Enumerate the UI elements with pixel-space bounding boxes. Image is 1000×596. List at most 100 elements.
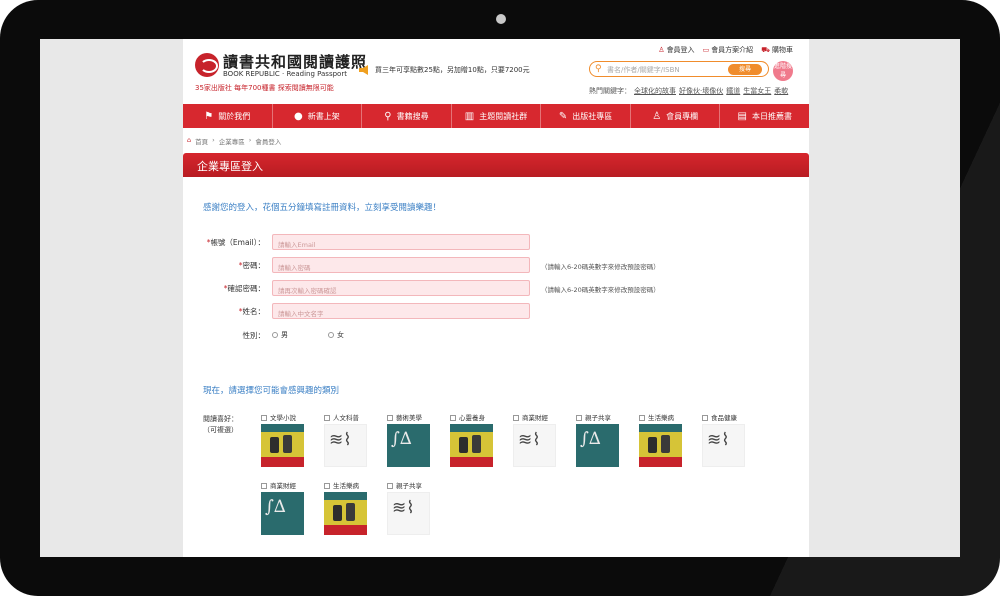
- category-label: 親子共享: [396, 482, 422, 490]
- nav-book-search[interactable]: ⚲ 書籍搜尋: [362, 104, 452, 128]
- category-thumbnail[interactable]: ≋⌇: [387, 492, 430, 535]
- category-label: 商業財經: [522, 414, 548, 422]
- logo-icon[interactable]: [195, 53, 219, 77]
- screen: 讀書共和國閱讀護照 BOOK REPUBLIC · Reading Passpo…: [40, 39, 960, 557]
- category-thumbnail[interactable]: ∫∆: [261, 492, 304, 535]
- hot-keyword[interactable]: 柔軟: [774, 86, 788, 96]
- category-thumbnail[interactable]: ∫∆: [576, 424, 619, 467]
- promo-text[interactable]: 買三年可享點數25點，另加贈10點，只要7200元: [375, 65, 530, 75]
- user-icon: ♙: [652, 110, 662, 122]
- category-thumbnail[interactable]: [261, 424, 304, 467]
- name-field[interactable]: 請輸入中文名字: [272, 303, 530, 319]
- category-checkbox[interactable]: [324, 483, 330, 489]
- nav-daily-recommend[interactable]: ▤ 本日推薦書: [720, 104, 809, 128]
- panel-title: 企業專區登入: [183, 153, 809, 177]
- category-label: 商業財經: [270, 482, 296, 490]
- breadcrumb-enterprise[interactable]: 企業專區: [219, 136, 245, 146]
- category-thumbnail[interactable]: ≋⌇: [513, 424, 556, 467]
- pencil-icon: ✎: [558, 110, 568, 122]
- category-checkbox[interactable]: [261, 415, 267, 421]
- category-item[interactable]: 藝術美學 ∫∆: [387, 412, 432, 467]
- category-item[interactable]: 文學小說: [261, 412, 306, 467]
- category-item[interactable]: 人文科普 ≋⌇: [324, 412, 369, 467]
- category-thumbnail[interactable]: [450, 424, 493, 467]
- category-checkbox[interactable]: [450, 415, 456, 421]
- category-thumbnail[interactable]: [324, 492, 367, 535]
- account-row: *帳號（Email）： 請輸入Email: [183, 234, 809, 250]
- alert-icon: ●: [294, 110, 303, 122]
- chat-icon: ▭: [702, 46, 710, 54]
- camera-dot: [496, 14, 506, 24]
- gender-female-radio[interactable]: 女: [328, 330, 344, 340]
- hot-keyword[interactable]: 好像伙·壞像伙: [679, 86, 723, 96]
- hot-keyword[interactable]: 全球化的故事: [634, 86, 676, 96]
- nav-about[interactable]: ⚑ 關於我們: [183, 104, 273, 128]
- ticket-icon: ▤: [737, 110, 747, 122]
- flag-icon: ⚑: [204, 110, 214, 122]
- megaphone-icon: [359, 65, 368, 75]
- name-label: *姓名：: [238, 307, 265, 316]
- gender-options: 男 女: [272, 330, 344, 340]
- category-thumbnail[interactable]: ≋⌇: [324, 424, 367, 467]
- category-item[interactable]: 商業財經 ≋⌇: [513, 412, 558, 467]
- category-thumbnail[interactable]: ≋⌇: [702, 424, 745, 467]
- member-plans-link[interactable]: ▭ 會員方案介紹: [703, 45, 754, 55]
- email-field[interactable]: 請輸入Email: [272, 234, 530, 250]
- category-checkbox[interactable]: [387, 483, 393, 489]
- account-label: *帳號（Email）：: [206, 238, 265, 247]
- nav-reading-community[interactable]: ▥ 主題閱讀社群: [452, 104, 542, 128]
- member-login-link[interactable]: ♙ 會員登入: [658, 45, 694, 55]
- cart-link[interactable]: ⛟ 購物車: [761, 45, 793, 55]
- gender-male-radio[interactable]: 男: [272, 330, 288, 340]
- category-item[interactable]: 食品健康 ≋⌇: [702, 412, 747, 467]
- password-hint: （請輸入6-20碼英數字來修改預設密碼）: [541, 263, 660, 271]
- category-checkbox[interactable]: [513, 415, 519, 421]
- nav-new-books[interactable]: ● 新書上架: [273, 104, 363, 128]
- search-input[interactable]: 書名/作者/關鍵字/ISBN: [607, 65, 680, 75]
- nav-publisher-zone[interactable]: ✎ 出版社專區: [541, 104, 631, 128]
- hot-keyword[interactable]: 鐵道: [726, 86, 740, 96]
- logo-title[interactable]: 讀書共和國閱讀護照: [223, 51, 367, 72]
- categories-label: 閱讀喜好： （可複選）: [203, 415, 238, 434]
- category-label: 生活樂病: [333, 482, 359, 490]
- category-checkbox[interactable]: [576, 415, 582, 421]
- search-box[interactable]: ⚲ 書名/作者/關鍵字/ISBN 搜尋: [589, 61, 769, 77]
- nav-member-column[interactable]: ♙ 會員專欄: [631, 104, 721, 128]
- confirm-row: *確認密碼： 請再次輸入密碼確認 （請輸入6-20碼英數字來修改預設密碼）: [183, 280, 809, 296]
- tagline: 35家出版社 每年700種書 探索閱讀無限可能: [195, 84, 334, 92]
- category-item[interactable]: 生活樂病: [639, 412, 684, 467]
- category-item[interactable]: 親子共享 ∫∆: [576, 412, 621, 467]
- user-icon: ♙: [658, 46, 665, 54]
- category-checkbox[interactable]: [324, 415, 330, 421]
- intro-text: 感謝您的登入，花個五分鐘填寫註冊資料，立刻享受閱讀樂趣！: [203, 203, 442, 213]
- category-item[interactable]: 商業財經 ∫∆: [261, 480, 306, 535]
- category-thumbnail[interactable]: [639, 424, 682, 467]
- breadcrumb-separator: ›: [212, 136, 215, 144]
- category-checkbox[interactable]: [387, 415, 393, 421]
- advanced-search-button[interactable]: 進階搜尋: [773, 61, 793, 81]
- gender-label: 性別：: [242, 331, 266, 340]
- web-page: 讀書共和國閱讀護照 BOOK REPUBLIC · Reading Passpo…: [183, 39, 809, 557]
- category-thumbnail[interactable]: ∫∆: [387, 424, 430, 467]
- password-field[interactable]: 請輸入密碼: [272, 257, 530, 273]
- top-links: ♙ 會員登入 ▭ 會員方案介紹 ⛟ 購物車: [658, 45, 793, 55]
- category-checkbox[interactable]: [261, 483, 267, 489]
- category-item[interactable]: 親子共享 ≋⌇: [387, 480, 432, 535]
- category-item[interactable]: 心靈養身: [450, 412, 495, 467]
- breadcrumb-home[interactable]: 首頁: [195, 136, 208, 146]
- search-button[interactable]: 搜尋: [728, 64, 762, 75]
- category-label: 生活樂病: [648, 414, 674, 422]
- hot-keyword[interactable]: 生當女王: [743, 86, 771, 96]
- confirm-password-field[interactable]: 請再次輸入密碼確認: [272, 280, 530, 296]
- category-item[interactable]: 生活樂病: [324, 480, 369, 535]
- main-nav: ⚑ 關於我們 ● 新書上架 ⚲ 書籍搜尋 ▥ 主題閱讀社群 ✎ 出版社專區 ♙ 會員專欄 ▤…: [183, 104, 809, 128]
- category-checkbox[interactable]: [702, 415, 708, 421]
- categories-title: 現在，請選擇您可能會感興趣的類別: [203, 386, 340, 396]
- breadcrumb-separator: ›: [248, 136, 252, 144]
- category-label: 文學小說: [270, 414, 296, 422]
- hot-keywords: 熱門關鍵字： 全球化的故事 好像伙·壞像伙 鐵道 生當女王 柔軟: [589, 86, 788, 96]
- category-checkbox[interactable]: [639, 415, 645, 421]
- search-icon: ⚲: [384, 110, 392, 122]
- breadcrumb: ⌂ 首頁 › 企業專區 › 會員登入: [187, 136, 281, 146]
- name-row: *姓名： 請輸入中文名字: [183, 303, 809, 319]
